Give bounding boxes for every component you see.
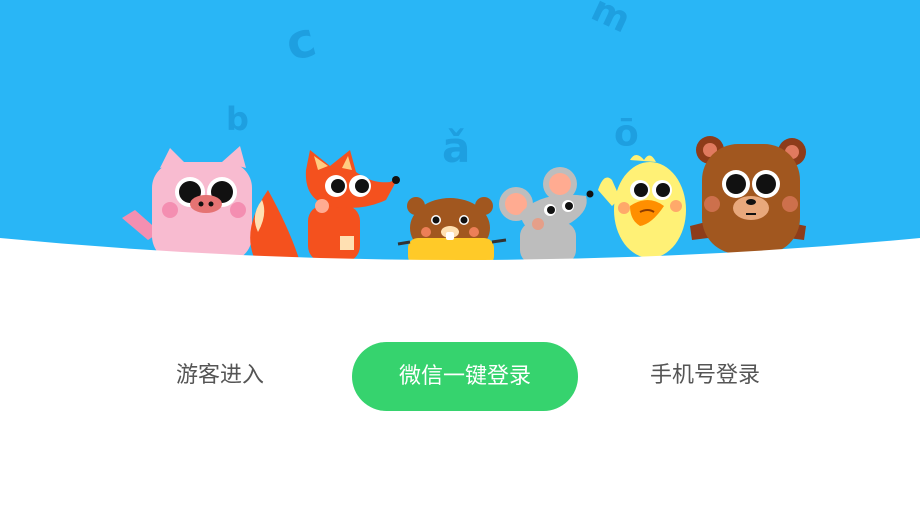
hero-illustration: c m b ǎ ō	[0, 0, 920, 270]
login-actions: 游客进入 微信一键登录 手机号登录	[0, 340, 920, 412]
floating-letter-o: ō	[614, 113, 639, 154]
wechat-login-button[interactable]: 微信一键登录	[352, 342, 578, 411]
bear-character	[690, 136, 806, 254]
floating-letter-b: b	[226, 100, 249, 138]
hero-banner: c m b ǎ ō	[0, 0, 920, 270]
guest-login-button[interactable]: 游客进入	[150, 340, 290, 412]
phone-login-button[interactable]: 手机号登录	[630, 340, 780, 412]
floating-letter-a: ǎ	[442, 123, 470, 172]
